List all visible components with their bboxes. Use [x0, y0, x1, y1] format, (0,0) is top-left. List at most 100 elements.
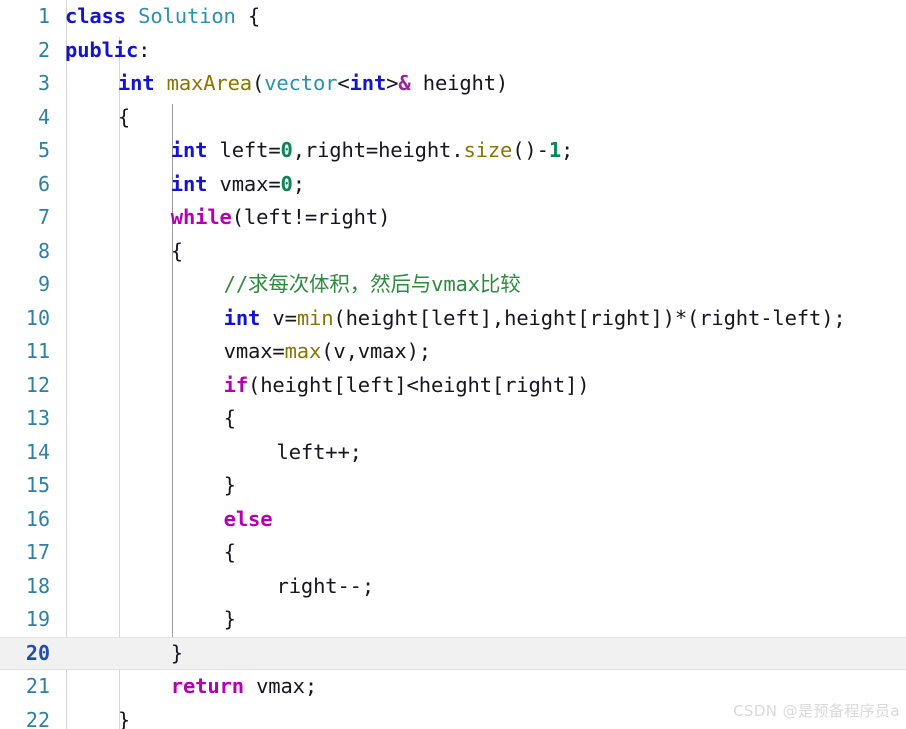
token-punc: ]) — [565, 372, 590, 397]
code-text[interactable]: } — [224, 469, 236, 503]
token-punc: ; — [561, 138, 574, 162]
token-punc: --; — [337, 573, 375, 598]
code-line[interactable]: 4{ — [0, 101, 906, 135]
code-editor[interactable]: 1 class Solution {2 public: 3 int maxArea(ve… — [0, 0, 906, 729]
code-line[interactable]: 19} — [0, 603, 906, 637]
code-line[interactable]: 13 { — [0, 402, 906, 436]
token-punc: , — [345, 339, 358, 363]
token-punc: . — [451, 138, 464, 162]
code-line[interactable]: 3 int maxArea(vector<int>& height) — [0, 67, 906, 101]
code-line[interactable]: 20} — [0, 636, 906, 671]
line-number: 10 — [25, 305, 50, 330]
line-number: 16 — [25, 506, 50, 531]
code-text[interactable]: else — [224, 503, 273, 537]
token-ident: height — [260, 372, 334, 397]
token-ident: height — [418, 372, 492, 397]
code-line[interactable]: 17 { — [0, 536, 906, 570]
code-line[interactable]: 15} — [0, 469, 906, 503]
token-punc: { — [170, 238, 183, 263]
token-kw: public — [65, 37, 139, 62]
token-ctrl: while — [170, 205, 232, 229]
code-line[interactable]: 10 int v=min(height[left],height[right])*… — [0, 302, 906, 336]
token-punc: ) — [495, 71, 509, 95]
token-punc: ; — [292, 171, 305, 196]
code-line[interactable]: 6 int vmax=0; — [0, 168, 906, 202]
token-punc — [207, 172, 219, 196]
code-text[interactable]: vmax=max(v,vmax); — [224, 335, 431, 369]
line-number: 20 — [25, 640, 50, 665]
token-ident: v — [333, 339, 346, 363]
code-text[interactable]: { — [224, 536, 236, 570]
token-punc: ); — [821, 305, 846, 330]
code-text[interactable]: int maxArea(vector<int>& height) — [118, 67, 508, 101]
token-num: 0 — [280, 171, 293, 196]
code-text[interactable]: } — [118, 704, 130, 729]
token-kw: int — [117, 71, 155, 95]
token-punc: ]< — [394, 372, 419, 397]
code-line[interactable]: 11 vmax=max(v,vmax); — [0, 335, 906, 369]
token-punc: ( — [252, 71, 265, 95]
token-punc: { — [223, 540, 236, 564]
line-number: 15 — [25, 473, 50, 497]
code-text[interactable]: int vmax=0; — [171, 168, 305, 202]
code-line[interactable]: 8{ — [0, 235, 906, 269]
code-text[interactable]: { — [118, 101, 130, 135]
code-text[interactable]: return vmax; — [171, 670, 317, 704]
code-text[interactable]: right--; — [277, 570, 375, 604]
code-text[interactable]: left++; — [277, 436, 363, 470]
token-ident: left — [219, 138, 269, 162]
token-ident: v — [272, 305, 285, 330]
code-line[interactable]: 12 if(height[left]<height[right]) — [0, 369, 906, 403]
line-number: 7 — [37, 205, 50, 229]
token-punc: ) — [378, 205, 391, 229]
code-line[interactable]: 2 public: — [0, 34, 906, 68]
token-kw: int — [349, 71, 387, 95]
code-text[interactable]: int left=0,right=height.size()-1; — [171, 134, 574, 168]
token-punc — [154, 71, 166, 95]
code-line[interactable]: 1 class Solution { — [0, 0, 906, 34]
token-punc: = — [268, 138, 281, 162]
code-text[interactable]: } — [171, 637, 183, 671]
code-lines[interactable]: 1 class Solution {2 public: 3 int maxArea(ve… — [0, 0, 906, 729]
token-punc: { — [117, 104, 131, 129]
token-punc: != — [292, 205, 318, 229]
token-ident: right — [276, 573, 338, 598]
token-ctrl: if — [223, 372, 249, 397]
code-line[interactable]: 14 left++; — [0, 436, 906, 470]
token-cmt: //求每次体积，然后与vmax比较 — [223, 272, 521, 296]
code-line[interactable]: 7 while(left!=right) — [0, 201, 906, 235]
csdn-watermark: CSDN @是预备程序员a — [733, 702, 900, 720]
token-punc — [126, 4, 138, 28]
token-punc: ()- — [512, 138, 549, 162]
token-fn: max — [284, 339, 322, 363]
token-ident: vmax — [223, 339, 273, 363]
code-line[interactable]: 18 right--; — [0, 570, 906, 604]
token-punc: = — [272, 339, 285, 363]
token-punc: ; — [304, 674, 318, 698]
token-ident: vmax — [219, 171, 269, 196]
token-punc: > — [386, 71, 399, 95]
token-punc: } — [117, 707, 131, 729]
line-number: 9 — [37, 272, 50, 296]
code-text[interactable]: if(height[left]<height[right]) — [224, 369, 590, 403]
token-ident: right — [317, 205, 379, 229]
code-text[interactable]: int v=min(height[left],height[right])*(r… — [224, 302, 846, 336]
code-line[interactable]: 9 //求每次体积，然后与vmax比较 — [0, 268, 906, 302]
code-line[interactable]: 21 return vmax; — [0, 670, 906, 704]
code-text[interactable]: public: — [65, 34, 151, 68]
code-line[interactable]: 16 else — [0, 503, 906, 537]
code-text[interactable]: //求每次体积，然后与vmax比较 — [224, 268, 521, 302]
code-line[interactable]: 5 int left=0,right=height.size()-1; — [0, 134, 906, 168]
code-text[interactable]: class Solution { — [65, 0, 260, 34]
token-punc: ++; — [325, 439, 362, 464]
token-ident: right — [589, 305, 651, 330]
token-punc: } — [223, 607, 236, 631]
token-ident: right — [699, 305, 761, 330]
code-text[interactable]: { — [224, 402, 236, 436]
token-punc: ( — [333, 305, 346, 330]
code-text[interactable]: } — [224, 603, 236, 637]
token-punc: < — [337, 71, 350, 95]
code-text[interactable]: { — [171, 235, 183, 269]
code-text[interactable]: while(left!=right) — [171, 201, 391, 235]
token-kw: class — [65, 4, 126, 28]
